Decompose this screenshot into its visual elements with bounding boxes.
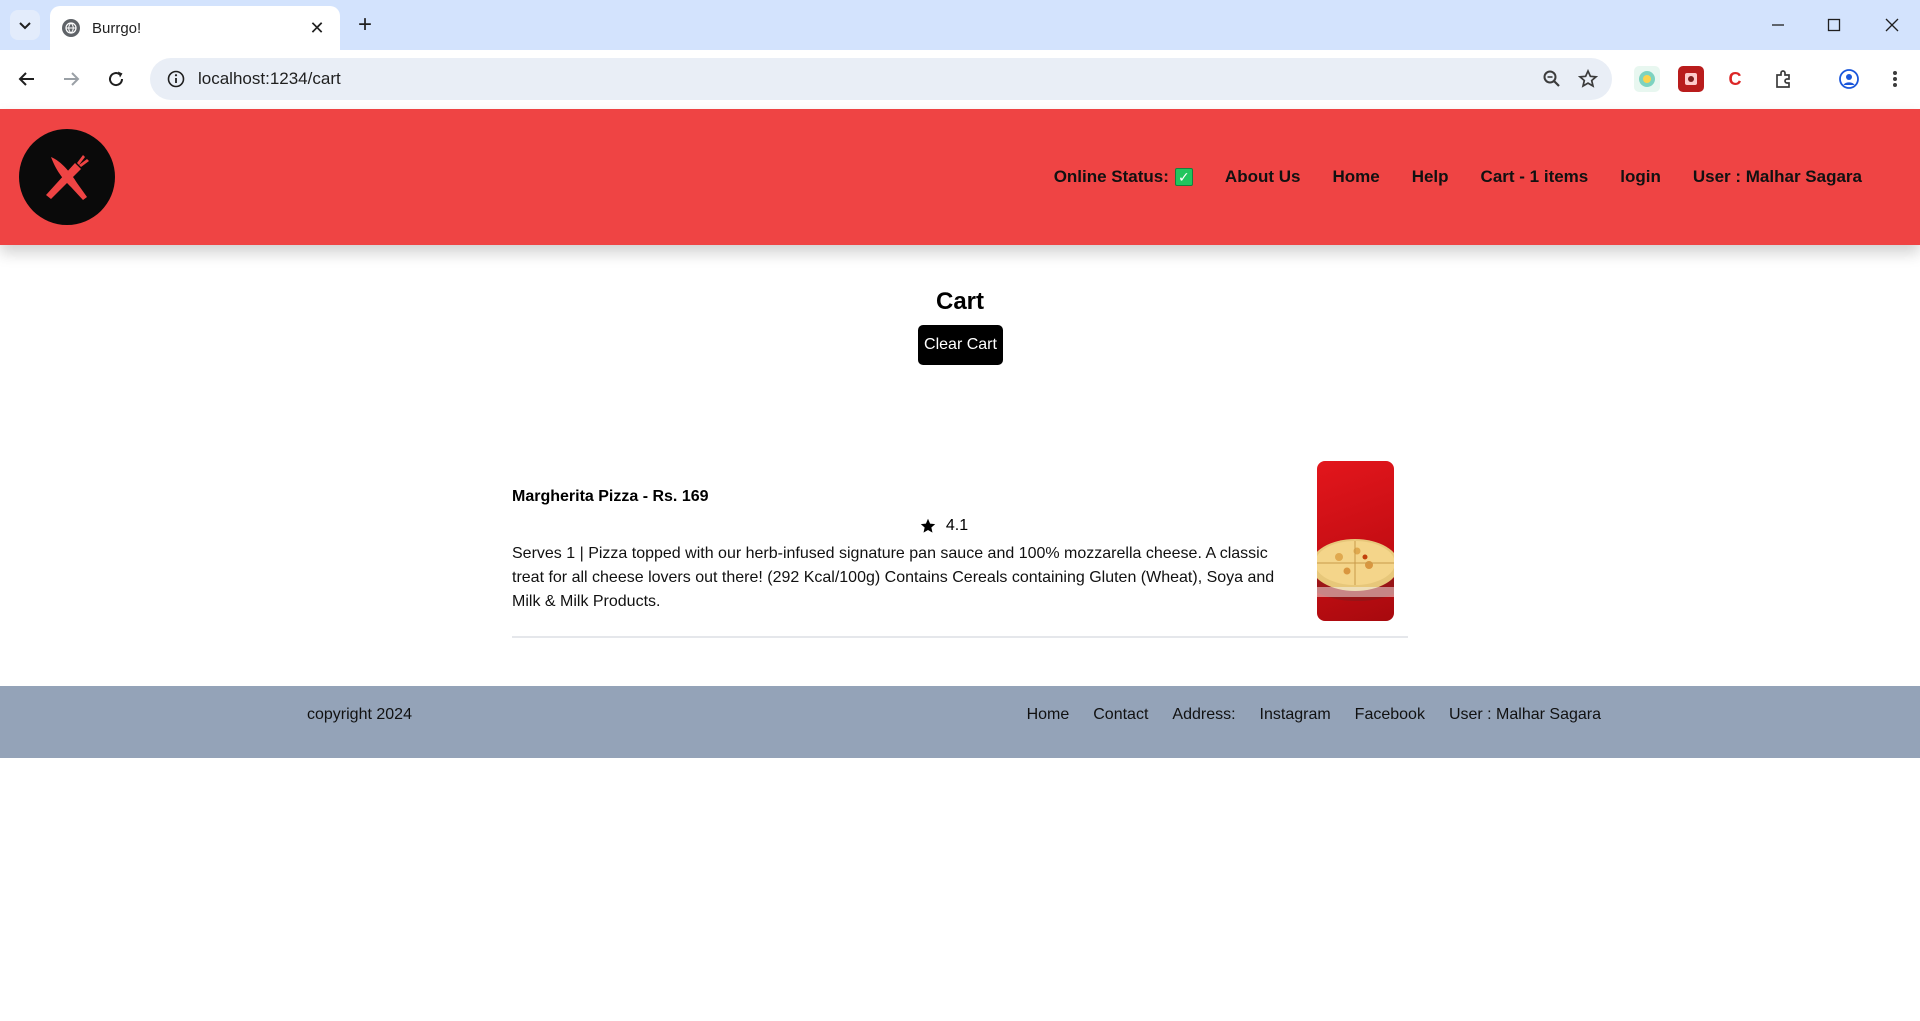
footer-link-facebook[interactable]: Facebook <box>1355 706 1425 724</box>
new-tab-button[interactable]: + <box>352 11 378 38</box>
white-check-mark-icon: ✓ <box>1174 168 1193 186</box>
kebab-menu-icon[interactable] <box>1882 66 1908 92</box>
copyright: copyright 2024 <box>307 706 412 723</box>
site-footer: copyright 2024 Home Contact Address: Ins… <box>0 686 1920 758</box>
site-info-icon[interactable] <box>164 67 188 91</box>
back-arrow-icon[interactable] <box>12 64 42 94</box>
browser-tab-strip: Burrgo! ✕ + <box>0 0 1920 50</box>
tab-search-button[interactable] <box>10 10 40 40</box>
footer-user-name: User : Malhar Sagara <box>1448 706 1601 723</box>
zoom-icon[interactable] <box>1534 61 1570 97</box>
extension-c-icon[interactable]: C <box>1722 66 1748 92</box>
globe-icon <box>62 19 80 37</box>
browser-toolbar: localhost:1234/cart C <box>0 50 1920 109</box>
clear-cart-button[interactable]: Clear Cart <box>918 325 1003 365</box>
footer-link-home[interactable]: Home <box>1027 706 1070 724</box>
maximize-icon[interactable] <box>1816 10 1852 40</box>
tab-close-icon[interactable]: ✕ <box>306 17 328 39</box>
browser-tab[interactable]: Burrgo! ✕ <box>50 6 340 50</box>
user-name: User : Malhar Sagara <box>1692 167 1862 186</box>
minimize-icon[interactable] <box>1760 10 1796 40</box>
chevron-down-icon <box>19 22 31 30</box>
footer-link-contact[interactable]: Contact <box>1093 706 1148 724</box>
nav-help[interactable]: Help <box>1412 167 1449 187</box>
profile-avatar-icon[interactable] <box>1836 66 1862 92</box>
fork-knife-logo-icon[interactable] <box>19 129 115 225</box>
url-text[interactable]: localhost:1234/cart <box>198 69 1534 89</box>
online-status-label: Online Status: <box>1053 167 1169 186</box>
tab-title: Burrgo! <box>92 19 142 37</box>
window-close-icon[interactable] <box>1874 10 1910 40</box>
address-bar[interactable]: localhost:1234/cart <box>150 58 1612 100</box>
extension-red-icon[interactable] <box>1678 66 1704 92</box>
bookmark-star-icon[interactable] <box>1570 61 1606 97</box>
extensions-puzzle-icon[interactable] <box>1770 66 1796 92</box>
footer-links: Home Contact Address: Instagram Facebook… <box>1003 706 1601 724</box>
item-image <box>1317 461 1394 621</box>
cart-item: Margherita Pizza - Rs. 169 4.1 Serves 1 … <box>512 460 1408 638</box>
star-icon <box>920 518 936 533</box>
item-description: Serves 1 | Pizza topped with our herb-in… <box>512 545 1275 610</box>
main-nav: Online Status: ✓ About Us Home Help Cart… <box>1022 109 1862 245</box>
item-name-price: Margherita Pizza - Rs. 169 <box>512 488 709 505</box>
page-title: Cart <box>935 288 984 315</box>
site-header: Online Status: ✓ About Us Home Help Cart… <box>0 109 1920 245</box>
login-button[interactable]: login <box>1620 167 1661 187</box>
nav-about-us[interactable]: About Us <box>1225 167 1301 187</box>
item-rating-value: 4.1 <box>945 517 969 534</box>
extension-colorful-icon[interactable] <box>1634 66 1660 92</box>
item-rating: 4.1 <box>884 517 1004 535</box>
nav-home[interactable]: Home <box>1332 167 1379 187</box>
reload-icon[interactable] <box>101 64 131 94</box>
nav-cart[interactable]: Cart - 1 items <box>1481 167 1589 187</box>
footer-link-address[interactable]: Address: <box>1172 706 1235 724</box>
forward-arrow-icon[interactable] <box>56 64 86 94</box>
footer-link-instagram[interactable]: Instagram <box>1260 706 1331 724</box>
online-status: Online Status: ✓ <box>1054 167 1193 187</box>
